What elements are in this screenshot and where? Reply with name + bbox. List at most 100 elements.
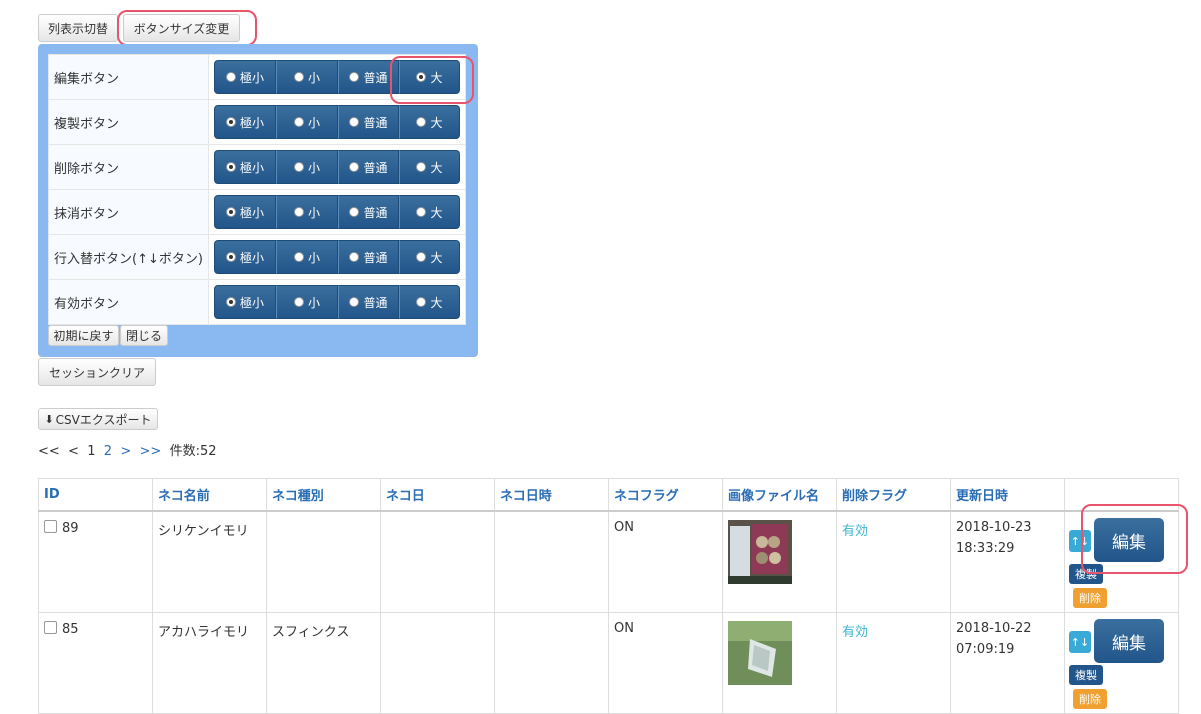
toggle-columns-button[interactable]: 列表示切替 bbox=[38, 14, 118, 42]
size-options-cell: 極小 小 普通 大 bbox=[208, 279, 466, 325]
size-option-label: 普通 bbox=[363, 250, 388, 265]
size-option-button[interactable]: 普通 bbox=[338, 285, 399, 319]
radio-icon bbox=[225, 252, 236, 262]
delete-flag-cell[interactable]: 有効 bbox=[836, 612, 951, 714]
swap-rows-button[interactable]: ↑↓ bbox=[1069, 530, 1091, 552]
radio-icon bbox=[293, 297, 304, 307]
column-header[interactable]: ネコ種別 bbox=[266, 478, 381, 512]
flag-cell: ON bbox=[608, 612, 723, 714]
size-option-button[interactable]: 小 bbox=[276, 150, 338, 184]
copy-button[interactable]: 複製 bbox=[1069, 665, 1103, 685]
edit-button[interactable]: 編集 bbox=[1094, 619, 1164, 663]
size-options-cell: 極小 小 普通 大 bbox=[208, 54, 466, 100]
size-option-button[interactable]: 大 bbox=[399, 240, 460, 274]
size-option-button[interactable]: 小 bbox=[276, 285, 338, 319]
column-header[interactable]: ネコ日時 bbox=[494, 478, 609, 512]
size-option-button[interactable]: 普通 bbox=[338, 150, 399, 184]
pager-prev[interactable]: < bbox=[68, 444, 79, 459]
pager-page-current: 1 bbox=[87, 444, 96, 459]
size-option-label: 大 bbox=[430, 250, 443, 265]
name-cell: シリケンイモリ bbox=[152, 510, 267, 613]
csv-export-label: CSVエクスポート bbox=[55, 412, 152, 427]
pager-page-2[interactable]: 2 bbox=[104, 444, 112, 459]
size-option-button[interactable]: 小 bbox=[276, 60, 338, 94]
size-options-cell: 極小 小 普通 大 bbox=[208, 144, 466, 190]
size-row-label: 複製ボタン bbox=[48, 99, 209, 145]
size-row: 行入替ボタン(↑↓ボタン) 極小 小 普通 大 bbox=[48, 234, 466, 280]
pager-next[interactable]: > bbox=[120, 444, 131, 459]
size-option-label: 小 bbox=[307, 115, 320, 130]
delete-button[interactable]: 削除 bbox=[1073, 588, 1107, 608]
size-option-label: 小 bbox=[307, 295, 320, 310]
size-option-button[interactable]: 極小 bbox=[214, 60, 276, 94]
size-option-button[interactable]: 大 bbox=[399, 150, 460, 184]
size-row: 編集ボタン 極小 小 普通 大 bbox=[48, 54, 466, 100]
reset-button[interactable]: 初期に戻す bbox=[48, 325, 119, 346]
swap-rows-button[interactable]: ↑↓ bbox=[1069, 631, 1091, 653]
column-header[interactable]: ネコ日 bbox=[380, 478, 495, 512]
column-header bbox=[1064, 478, 1179, 512]
column-header[interactable]: ネコ名前 bbox=[152, 478, 267, 512]
radio-icon bbox=[225, 207, 236, 217]
column-header[interactable]: 更新日時 bbox=[950, 478, 1065, 512]
size-row-label: 削除ボタン bbox=[48, 144, 209, 190]
pager: << < 1 2 > >> 件数:52 bbox=[38, 440, 217, 459]
radio-icon bbox=[349, 252, 360, 262]
size-option-button[interactable]: 極小 bbox=[214, 285, 276, 319]
pager-first[interactable]: << bbox=[38, 444, 60, 459]
size-options-cell: 極小 小 普通 大 bbox=[208, 99, 466, 145]
csv-export-button[interactable]: ⬇ CSVエクスポート bbox=[38, 408, 158, 430]
size-option-group: 極小 小 普通 大 bbox=[214, 285, 460, 319]
size-option-button[interactable]: 大 bbox=[399, 60, 460, 94]
radio-icon bbox=[349, 72, 360, 82]
size-option-button[interactable]: 小 bbox=[276, 105, 338, 139]
size-option-label: 普通 bbox=[363, 70, 388, 85]
image-cell bbox=[722, 510, 837, 613]
size-option-button[interactable]: 小 bbox=[276, 240, 338, 274]
row-checkbox[interactable] bbox=[44, 621, 57, 634]
row-checkbox[interactable] bbox=[44, 520, 57, 533]
size-option-label: 大 bbox=[430, 70, 443, 85]
radio-icon bbox=[416, 297, 427, 307]
datetime-cell bbox=[494, 612, 609, 714]
cat-photo-thumbnail bbox=[728, 520, 792, 584]
size-option-label: 極小 bbox=[239, 205, 264, 220]
copy-button[interactable]: 複製 bbox=[1069, 564, 1103, 584]
size-option-button[interactable]: 普通 bbox=[338, 240, 399, 274]
size-option-button[interactable]: 大 bbox=[399, 285, 460, 319]
session-clear-button[interactable]: セッションクリア bbox=[38, 358, 156, 386]
size-row: 抹消ボタン 極小 小 普通 大 bbox=[48, 189, 466, 235]
size-option-button[interactable]: 普通 bbox=[338, 60, 399, 94]
size-option-button[interactable]: 大 bbox=[399, 195, 460, 229]
size-option-button[interactable]: 極小 bbox=[214, 105, 276, 139]
size-option-label: 小 bbox=[307, 250, 320, 265]
radio-icon bbox=[293, 162, 304, 172]
close-button[interactable]: 閉じる bbox=[120, 325, 168, 346]
radio-icon bbox=[293, 72, 304, 82]
button-size-panel: 編集ボタン 極小小普通大複製ボタン 極小小普通大削除ボタン 極小小普通大抹消ボタン 極小… bbox=[38, 44, 478, 357]
delete-flag-cell[interactable]: 有効 bbox=[836, 510, 951, 613]
data-table: ID ネコ名前 ネコ種別 ネコ日 ネコ日時 ネコフラグ 画像ファイル名 削除フラグ 更新日時 8… bbox=[38, 478, 1179, 714]
radio-icon bbox=[225, 117, 236, 127]
size-option-label: 小 bbox=[307, 70, 320, 85]
column-header[interactable]: ID bbox=[38, 478, 153, 512]
delete-button[interactable]: 削除 bbox=[1073, 689, 1107, 709]
updated-date: 2018-10-22 bbox=[956, 621, 1032, 636]
column-header[interactable]: 画像ファイル名 bbox=[722, 478, 837, 512]
size-option-button[interactable]: 普通 bbox=[338, 195, 399, 229]
flag-cell: ON bbox=[608, 510, 723, 613]
size-option-button[interactable]: 極小 bbox=[214, 150, 276, 184]
size-option-button[interactable]: 小 bbox=[276, 195, 338, 229]
size-option-button[interactable]: 普通 bbox=[338, 105, 399, 139]
column-header[interactable]: 削除フラグ bbox=[836, 478, 951, 512]
radio-icon bbox=[349, 207, 360, 217]
size-option-button[interactable]: 極小 bbox=[214, 195, 276, 229]
pager-last[interactable]: >> bbox=[140, 444, 162, 459]
edit-button[interactable]: 編集 bbox=[1094, 518, 1164, 562]
button-size-button[interactable]: ボタンサイズ変更 bbox=[123, 14, 240, 42]
size-option-button[interactable]: 大 bbox=[399, 105, 460, 139]
size-option-label: 小 bbox=[307, 160, 320, 175]
size-option-label: 極小 bbox=[239, 160, 264, 175]
column-header[interactable]: ネコフラグ bbox=[608, 478, 723, 512]
size-option-button[interactable]: 極小 bbox=[214, 240, 276, 274]
